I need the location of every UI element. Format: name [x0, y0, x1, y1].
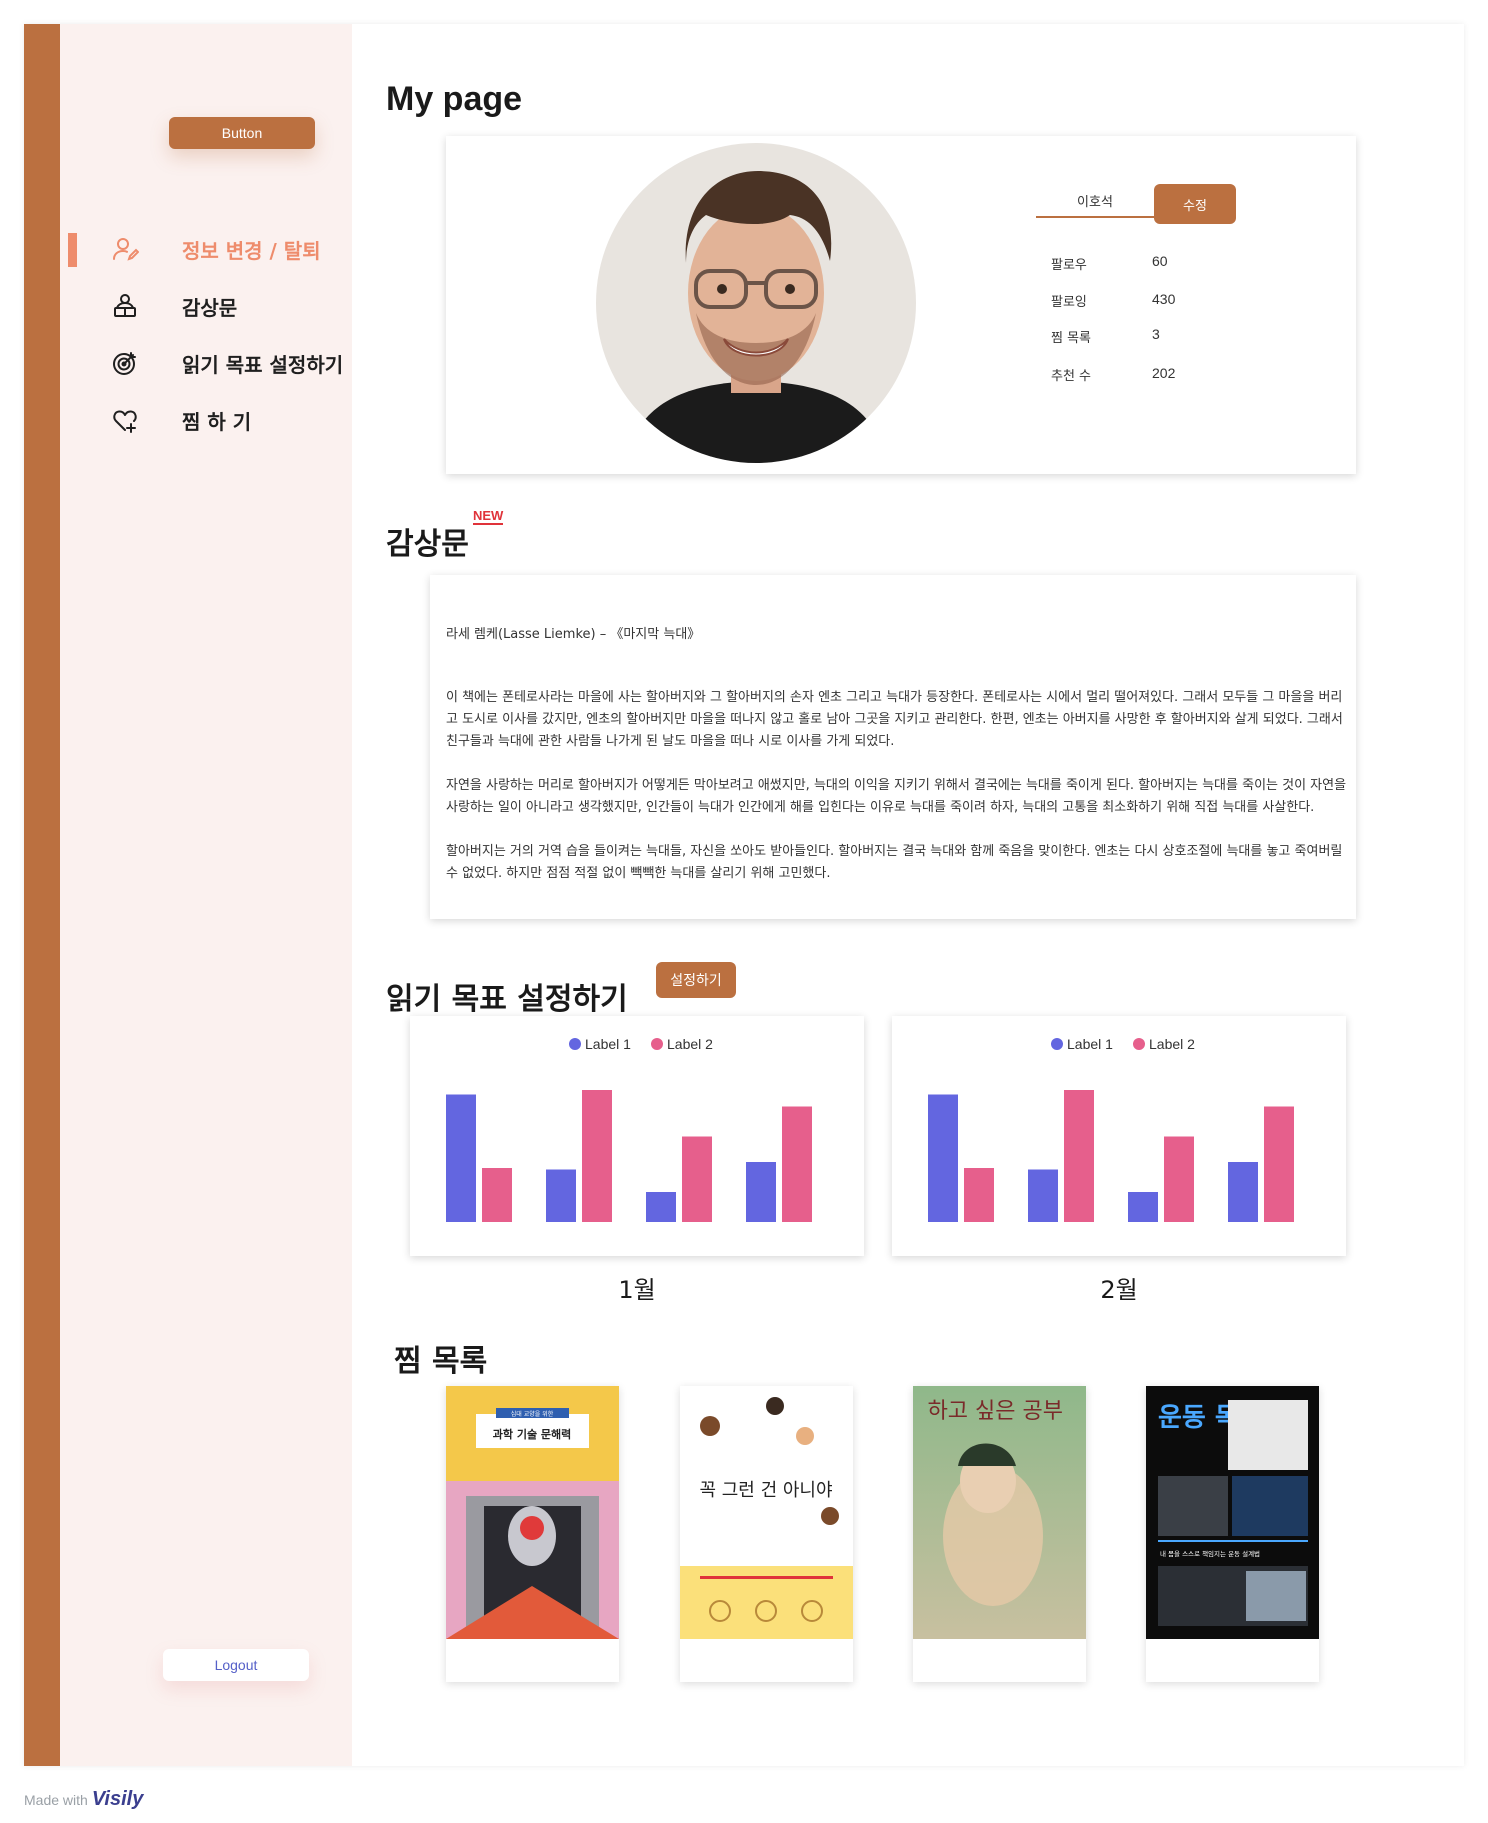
legend-label: Label 1 — [585, 1036, 631, 1052]
chart-caption: 2월 — [1100, 1276, 1138, 1304]
stat-value-followers: 60 — [1152, 253, 1168, 269]
book-cover: 하고 싶은 공부 — [913, 1386, 1086, 1639]
chart-card-1: Label 1 Label 2 — [410, 1016, 864, 1256]
bar — [1128, 1192, 1158, 1222]
review-paragraph: 할아버지는 거의 거역 습을 들이켜는 늑대들, 자신을 쏘아도 받아들인다. … — [446, 844, 1343, 881]
profile-card: 이호석 수정 팔로우 60 팔로잉 430 찜 목록 3 추천 수 202 — [446, 136, 1356, 474]
made-with-text: Made with — [24, 1791, 88, 1808]
bar — [546, 1169, 576, 1222]
cover-title: 꼭 그런 건 아니야 — [699, 1480, 832, 1501]
bar — [1228, 1162, 1258, 1222]
avatar — [596, 143, 916, 463]
bar — [964, 1168, 994, 1222]
review-paragraph: 자연을 사랑하는 머리로 할아버지가 어떻게든 막아보려고 애썼지만, 늑대의 … — [446, 778, 1347, 815]
bar — [682, 1136, 712, 1222]
sidebar-item-label: 감상문 — [182, 295, 238, 320]
wishlist-section-title: 찜 목록 — [394, 1344, 488, 1379]
stat-label-wishlist: 찜 목록 — [1051, 331, 1092, 346]
review-section-title: 감상문 — [386, 527, 469, 562]
bar — [928, 1094, 958, 1222]
page-title: My page — [386, 80, 523, 118]
sidebar-item-review[interactable]: 감상문 — [60, 284, 352, 328]
bar — [1164, 1136, 1194, 1222]
legend-marker — [1051, 1038, 1063, 1050]
legend-marker — [1133, 1038, 1145, 1050]
bar — [782, 1106, 812, 1222]
book-cover: 십대 교양을 위한 과학 기술 문해력 — [446, 1386, 619, 1639]
cover-title: 과학 기술 문해력 — [493, 1427, 572, 1441]
bar — [646, 1192, 676, 1222]
cover-title: 하고 싶은 공부 — [928, 1399, 1063, 1424]
logout-button[interactable]: Logout — [163, 1649, 309, 1681]
book-cover: 운동 독립 내 몸을 스스로 책임지는 운동 설계법 — [1146, 1386, 1319, 1639]
bar — [446, 1094, 476, 1222]
stat-label-recommend: 추천 수 — [1051, 369, 1092, 384]
visily-logo[interactable]: Visily — [92, 1788, 144, 1811]
sidebar-item-label: 찜 하 기 — [182, 409, 252, 434]
set-goal-button[interactable]: 설정하기 — [656, 962, 736, 998]
review-body: 이 책에는 폰테로사라는 마을에 사는 할아버지와 그 할아버지의 손자 엔초 … — [446, 687, 1350, 907]
legend-marker — [651, 1038, 663, 1050]
bar — [582, 1090, 612, 1222]
user-edit-icon — [110, 234, 140, 264]
edit-profile-button[interactable]: 수정 — [1154, 184, 1236, 224]
book-card[interactable]: 십대 교양을 위한 과학 기술 문해력 — [446, 1386, 619, 1682]
sidebar-item-goals[interactable]: 읽기 목표 설정하기 — [60, 341, 352, 385]
top-button[interactable]: Button — [169, 117, 315, 149]
book-cover: 꼭 그런 건 아니야 — [680, 1386, 853, 1639]
active-indicator — [68, 233, 77, 267]
legend-label: Label 1 — [1067, 1036, 1113, 1052]
stat-value-wishlist: 3 — [1152, 326, 1160, 342]
legend-label: Label 2 — [667, 1036, 713, 1052]
stat-value-following: 430 — [1152, 291, 1176, 307]
brand-stripe — [24, 24, 60, 1766]
bar — [746, 1162, 776, 1222]
stat-label-following: 팔로잉 — [1051, 295, 1087, 310]
sidebar-item-account[interactable]: 정보 변경 / 탈퇴 — [60, 227, 352, 271]
book-card[interactable]: 하고 싶은 공부 — [913, 1386, 1086, 1682]
sidebar: Button 정보 변경 / 탈퇴 감상문 읽기 목표 설정하기 찜 하 기 L… — [60, 24, 352, 1766]
sidebar-item-wishlist[interactable]: 찜 하 기 — [60, 398, 352, 442]
target-icon — [110, 348, 140, 378]
book-card[interactable]: 꼭 그런 건 아니야 — [680, 1386, 853, 1682]
bar — [1064, 1090, 1094, 1222]
sidebar-item-label: 정보 변경 / 탈퇴 — [182, 238, 321, 263]
legend-marker — [569, 1038, 581, 1050]
stat-value-recommend: 202 — [1152, 365, 1176, 381]
review-card: 라세 렘케(Lasse Liemke) – 《마지막 늑대》 이 책에는 폰테로… — [430, 575, 1356, 919]
heart-plus-icon — [110, 405, 140, 435]
chart-card-2: Label 1 Label 2 — [892, 1016, 1346, 1256]
review-author: 라세 렘케(Lasse Liemke) – 《마지막 늑대》 — [446, 627, 701, 642]
goals-section-title: 읽기 목표 설정하기 — [386, 982, 628, 1017]
new-badge: NEW — [473, 508, 504, 525]
cover-subtitle: 십대 교양을 위한 — [511, 1410, 554, 1418]
cover-subtitle: 내 몸을 스스로 책임지는 운동 설계법 — [1160, 1549, 1260, 1558]
legend-label: Label 2 — [1149, 1036, 1195, 1052]
book-card[interactable]: 운동 독립 내 몸을 스스로 책임지는 운동 설계법 — [1146, 1386, 1319, 1682]
sidebar-item-label: 읽기 목표 설정하기 — [182, 352, 344, 377]
profile-name-tab[interactable]: 이호석 — [1036, 184, 1154, 218]
bar — [1028, 1169, 1058, 1222]
bar — [1264, 1106, 1294, 1222]
app-frame: Button 정보 변경 / 탈퇴 감상문 읽기 목표 설정하기 찜 하 기 L… — [24, 24, 1464, 1766]
bar — [482, 1168, 512, 1222]
chart-caption: 1월 — [618, 1276, 656, 1304]
bar-chart: Label 1 Label 2 — [446, 1036, 812, 1222]
review-paragraph: 이 책에는 폰테로사라는 마을에 사는 할아버지와 그 할아버지의 손자 엔초 … — [446, 690, 1343, 749]
reader-icon — [110, 291, 140, 321]
footer-made-with: Made with Visily — [24, 1788, 143, 1811]
bar-chart: Label 1 Label 2 — [928, 1036, 1294, 1222]
stat-label-followers: 팔로우 — [1051, 258, 1087, 273]
